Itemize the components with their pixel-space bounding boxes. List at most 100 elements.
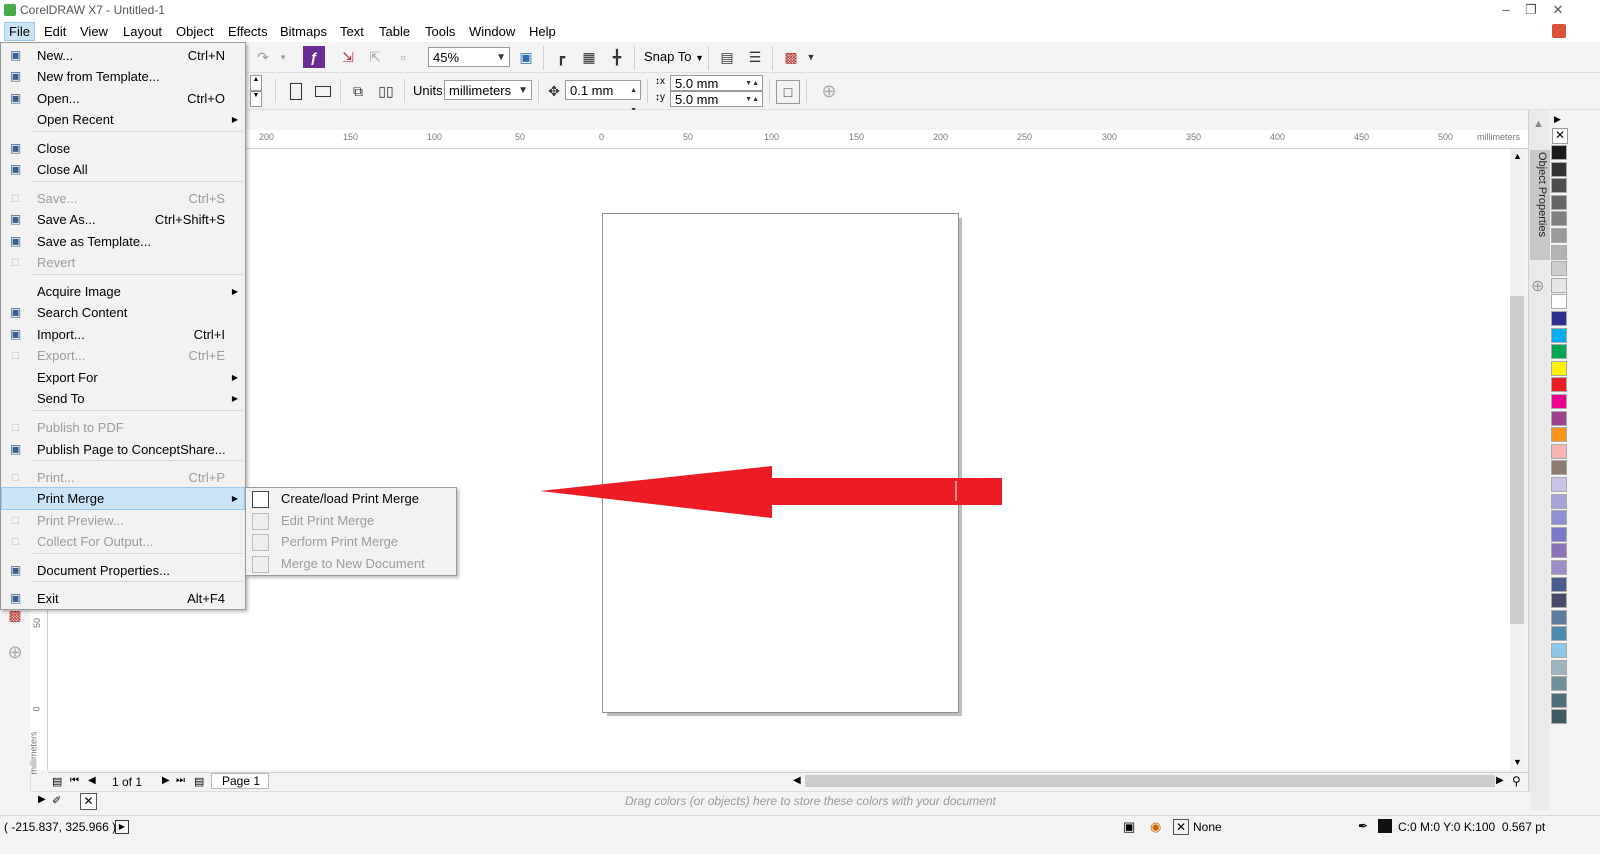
- file-menu-item-open-recent[interactable]: Open Recent ▶: [2, 109, 244, 130]
- show-guidelines-icon[interactable]: ╋: [606, 46, 628, 68]
- menu-object[interactable]: Object: [172, 23, 218, 40]
- print-merge-item-perform-print-merge[interactable]: Perform Print Merge: [247, 531, 455, 552]
- publish-pdf-icon[interactable]: ▫: [392, 46, 414, 68]
- show-rulers-icon[interactable]: ┏: [550, 46, 572, 68]
- file-menu-item-collect-for-output[interactable]: □ Collect For Output...: [2, 531, 244, 552]
- file-menu-item-save[interactable]: □ Save... Ctrl+S: [2, 188, 244, 209]
- units-combo[interactable]: millimeters ▼: [444, 80, 532, 100]
- print-merge-item-merge-to-new-document[interactable]: Merge to New Document: [247, 553, 455, 574]
- palette-swatch[interactable]: [1551, 178, 1567, 194]
- file-menu-item-open[interactable]: ▣ Open... Ctrl+O: [2, 88, 244, 109]
- user-account-icon[interactable]: [1552, 24, 1566, 38]
- file-menu-item-revert[interactable]: □ Revert: [2, 252, 244, 273]
- first-page-icon[interactable]: ⏮: [70, 775, 79, 786]
- scroll-up-icon[interactable]: ▲: [1513, 151, 1522, 161]
- duplicate-distance-x-field[interactable]: 5.0 mm ▼▲: [670, 75, 763, 91]
- palette-swatch[interactable]: [1551, 427, 1567, 443]
- nudge-distance-field[interactable]: 0.1 mm▲▼: [565, 80, 641, 114]
- menu-text[interactable]: Text: [336, 23, 368, 40]
- redo-dropdown-icon[interactable]: ▾: [272, 46, 294, 68]
- palette-swatch[interactable]: [1551, 493, 1567, 509]
- scroll-left-icon[interactable]: ◀: [793, 775, 801, 786]
- palette-swatch[interactable]: [1551, 161, 1567, 177]
- file-menu-item-publish-to-pdf[interactable]: □ Publish to PDF: [2, 417, 244, 438]
- eyedropper-icon[interactable]: ✐: [52, 794, 61, 807]
- palette-swatch[interactable]: [1551, 643, 1567, 658]
- file-menu-item-new[interactable]: ▣ New... Ctrl+N: [2, 45, 244, 66]
- palette-swatch[interactable]: [1551, 626, 1567, 642]
- landscape-icon[interactable]: [312, 80, 334, 102]
- menu-view[interactable]: View: [76, 23, 112, 40]
- treat-as-filled-icon[interactable]: □: [776, 80, 800, 104]
- zoom-icon[interactable]: ⚲: [1512, 774, 1521, 788]
- document-palette[interactable]: ▶ ✐ ✕ Drag colors (or objects) here to s…: [30, 791, 1530, 810]
- file-menu-item-save-as[interactable]: ▣ Save As... Ctrl+Shift+S: [2, 209, 244, 230]
- docker-scroll-up-icon[interactable]: ▲: [1533, 118, 1544, 130]
- next-page-icon[interactable]: ▶: [162, 775, 170, 786]
- add-toolbar-item-icon[interactable]: ⊕: [818, 80, 840, 102]
- redo-icon[interactable]: ↷: [252, 46, 274, 68]
- file-menu-item-save-as-template[interactable]: ▣ Save as Template...: [2, 231, 244, 252]
- palette-swatch[interactable]: [1551, 228, 1567, 243]
- print-merge-item-create-load-print-merge[interactable]: Create/load Print Merge: [247, 488, 455, 509]
- no-color-icon[interactable]: ✕: [80, 793, 97, 810]
- file-menu-item-print-merge[interactable]: Print Merge ▶: [1, 487, 245, 510]
- file-menu-item-document-properties[interactable]: ▣ Document Properties...: [2, 560, 244, 581]
- menu-help[interactable]: Help: [525, 23, 560, 40]
- menu-edit[interactable]: Edit: [40, 23, 70, 40]
- file-menu-item-send-to[interactable]: Send To ▶: [2, 388, 244, 409]
- menu-effects[interactable]: Effects: [224, 23, 272, 40]
- palette-swatch[interactable]: [1551, 327, 1567, 343]
- file-menu-item-export[interactable]: □ Export... Ctrl+E: [2, 345, 244, 366]
- add-docker-icon[interactable]: ⊕: [1531, 276, 1544, 296]
- snap-to-button[interactable]: Snap To ▼: [644, 49, 704, 64]
- palette-swatch[interactable]: [1551, 543, 1567, 559]
- file-menu-item-acquire-image[interactable]: Acquire Image ▶: [2, 281, 244, 302]
- file-menu-item-export-for[interactable]: Export For ▶: [2, 367, 244, 388]
- file-menu-item-print-preview[interactable]: □ Print Preview...: [2, 510, 244, 531]
- horizontal-ruler[interactable]: 200 150 100 50 0 50 100 150 200 250 300 …: [245, 130, 1528, 149]
- zoom-combo[interactable]: 45% ▼: [428, 47, 510, 67]
- file-menu-item-exit[interactable]: ▣ Exit Alt+F4: [2, 588, 244, 609]
- menu-window[interactable]: Window: [465, 23, 519, 40]
- palette-swatch[interactable]: [1551, 676, 1567, 692]
- palette-swatch[interactable]: [1551, 360, 1567, 376]
- palette-swatch[interactable]: [1551, 294, 1567, 310]
- file-menu-item-close-all[interactable]: ▣ Close All: [2, 159, 244, 180]
- palette-swatch[interactable]: [1551, 659, 1567, 675]
- current-page-icon[interactable]: ▯▯: [375, 80, 397, 102]
- vertical-scroll-thumb[interactable]: [1510, 296, 1524, 624]
- menu-table[interactable]: Table: [375, 23, 414, 40]
- palette-swatch[interactable]: [1551, 609, 1567, 625]
- horizontal-scroll-thumb[interactable]: [805, 775, 1495, 787]
- palette-swatch[interactable]: [1551, 194, 1567, 210]
- page-width-spinner-up-icon[interactable]: ▲: [250, 75, 262, 91]
- duplicate-distance-y-field[interactable]: 5.0 mm ▼▲: [670, 91, 763, 107]
- add-page-icon[interactable]: ▤: [52, 775, 62, 788]
- export-icon[interactable]: ⇱: [364, 46, 386, 68]
- palette-swatch[interactable]: [1551, 477, 1567, 492]
- palette-swatch[interactable]: [1551, 460, 1567, 476]
- palette-swatch[interactable]: [1551, 311, 1567, 326]
- palette-swatch[interactable]: [1551, 510, 1567, 526]
- palette-swatch[interactable]: [1551, 560, 1567, 575]
- chevron-down-icon[interactable]: ▼: [800, 46, 822, 68]
- minimize-button[interactable]: –: [1493, 0, 1519, 20]
- palette-swatch[interactable]: [1551, 394, 1567, 409]
- application-launcher-icon[interactable]: ▩: [780, 46, 802, 68]
- palette-swatch[interactable]: [1551, 277, 1567, 293]
- object-properties-tab[interactable]: Object Properties: [1530, 150, 1550, 260]
- color-proof-icon[interactable]: ▣: [1123, 819, 1135, 835]
- document-page[interactable]: [602, 213, 959, 713]
- no-color-swatch-icon[interactable]: ✕: [1552, 128, 1568, 144]
- search-content-icon[interactable]: ƒ: [303, 46, 325, 68]
- palette-swatch[interactable]: [1551, 576, 1567, 592]
- file-menu-item-import[interactable]: ▣ Import... Ctrl+I: [2, 324, 244, 345]
- status-play-icon[interactable]: ▶: [115, 820, 129, 834]
- add-page-after-icon[interactable]: ▤: [194, 775, 204, 788]
- page-tab[interactable]: Page 1: [211, 773, 269, 789]
- palette-swatch[interactable]: [1551, 692, 1567, 708]
- full-screen-preview-icon[interactable]: ▣: [515, 46, 537, 68]
- file-menu-item-search-content[interactable]: ▣ Search Content: [2, 302, 244, 323]
- scroll-down-icon[interactable]: ▼: [1513, 757, 1522, 767]
